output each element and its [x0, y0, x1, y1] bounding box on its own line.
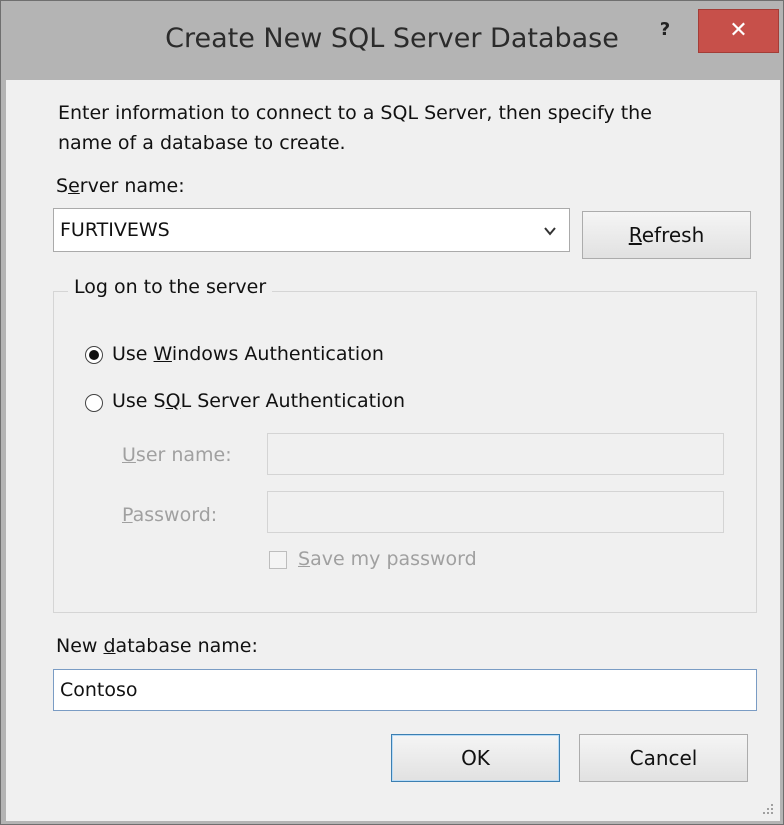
refresh-button[interactable]: Refresh	[582, 211, 751, 259]
server-name-combobox[interactable]: FURTIVEWS	[53, 208, 570, 252]
database-name-value: Contoso	[60, 679, 138, 701]
cancel-button[interactable]: Cancel	[579, 734, 748, 782]
windows-auth-radio[interactable]	[85, 346, 103, 364]
password-label: Password:	[122, 504, 218, 526]
password-field[interactable]	[267, 491, 724, 533]
resize-grip-icon[interactable]	[760, 801, 774, 815]
database-name-input[interactable]: Contoso	[53, 669, 757, 711]
instructions-text-2: name of a database to create.	[58, 132, 346, 154]
sql-auth-radio[interactable]	[85, 394, 103, 412]
database-name-label: New database name:	[56, 635, 258, 657]
close-button[interactable]: ✕	[698, 9, 779, 53]
user-name-field[interactable]	[267, 433, 724, 475]
instructions-text: Enter information to connect to a SQL Se…	[58, 102, 652, 124]
dialog-window: Create New SQL Server Database ? ✕ Enter…	[0, 0, 784, 825]
close-icon: ✕	[729, 18, 748, 43]
logon-group-legend: Log on to the server	[68, 276, 273, 298]
dialog-body: Enter information to connect to a SQL Se…	[6, 80, 780, 821]
ok-button[interactable]: OK	[391, 734, 560, 782]
save-password-checkbox[interactable]	[269, 551, 287, 569]
help-button[interactable]: ?	[651, 15, 679, 45]
chevron-down-icon[interactable]	[543, 224, 557, 238]
server-name-value: FURTIVEWS	[60, 219, 170, 241]
radio-selected-dot	[89, 350, 99, 360]
save-password-label[interactable]: Save my password	[298, 548, 477, 570]
title-bar[interactable]: Create New SQL Server Database ? ✕	[1, 1, 783, 81]
user-name-label: User name:	[122, 444, 232, 466]
sql-auth-label[interactable]: Use SQL Server Authentication	[112, 390, 405, 412]
windows-auth-label[interactable]: Use Windows Authentication	[112, 343, 384, 365]
server-name-label: Server name:	[56, 175, 185, 197]
